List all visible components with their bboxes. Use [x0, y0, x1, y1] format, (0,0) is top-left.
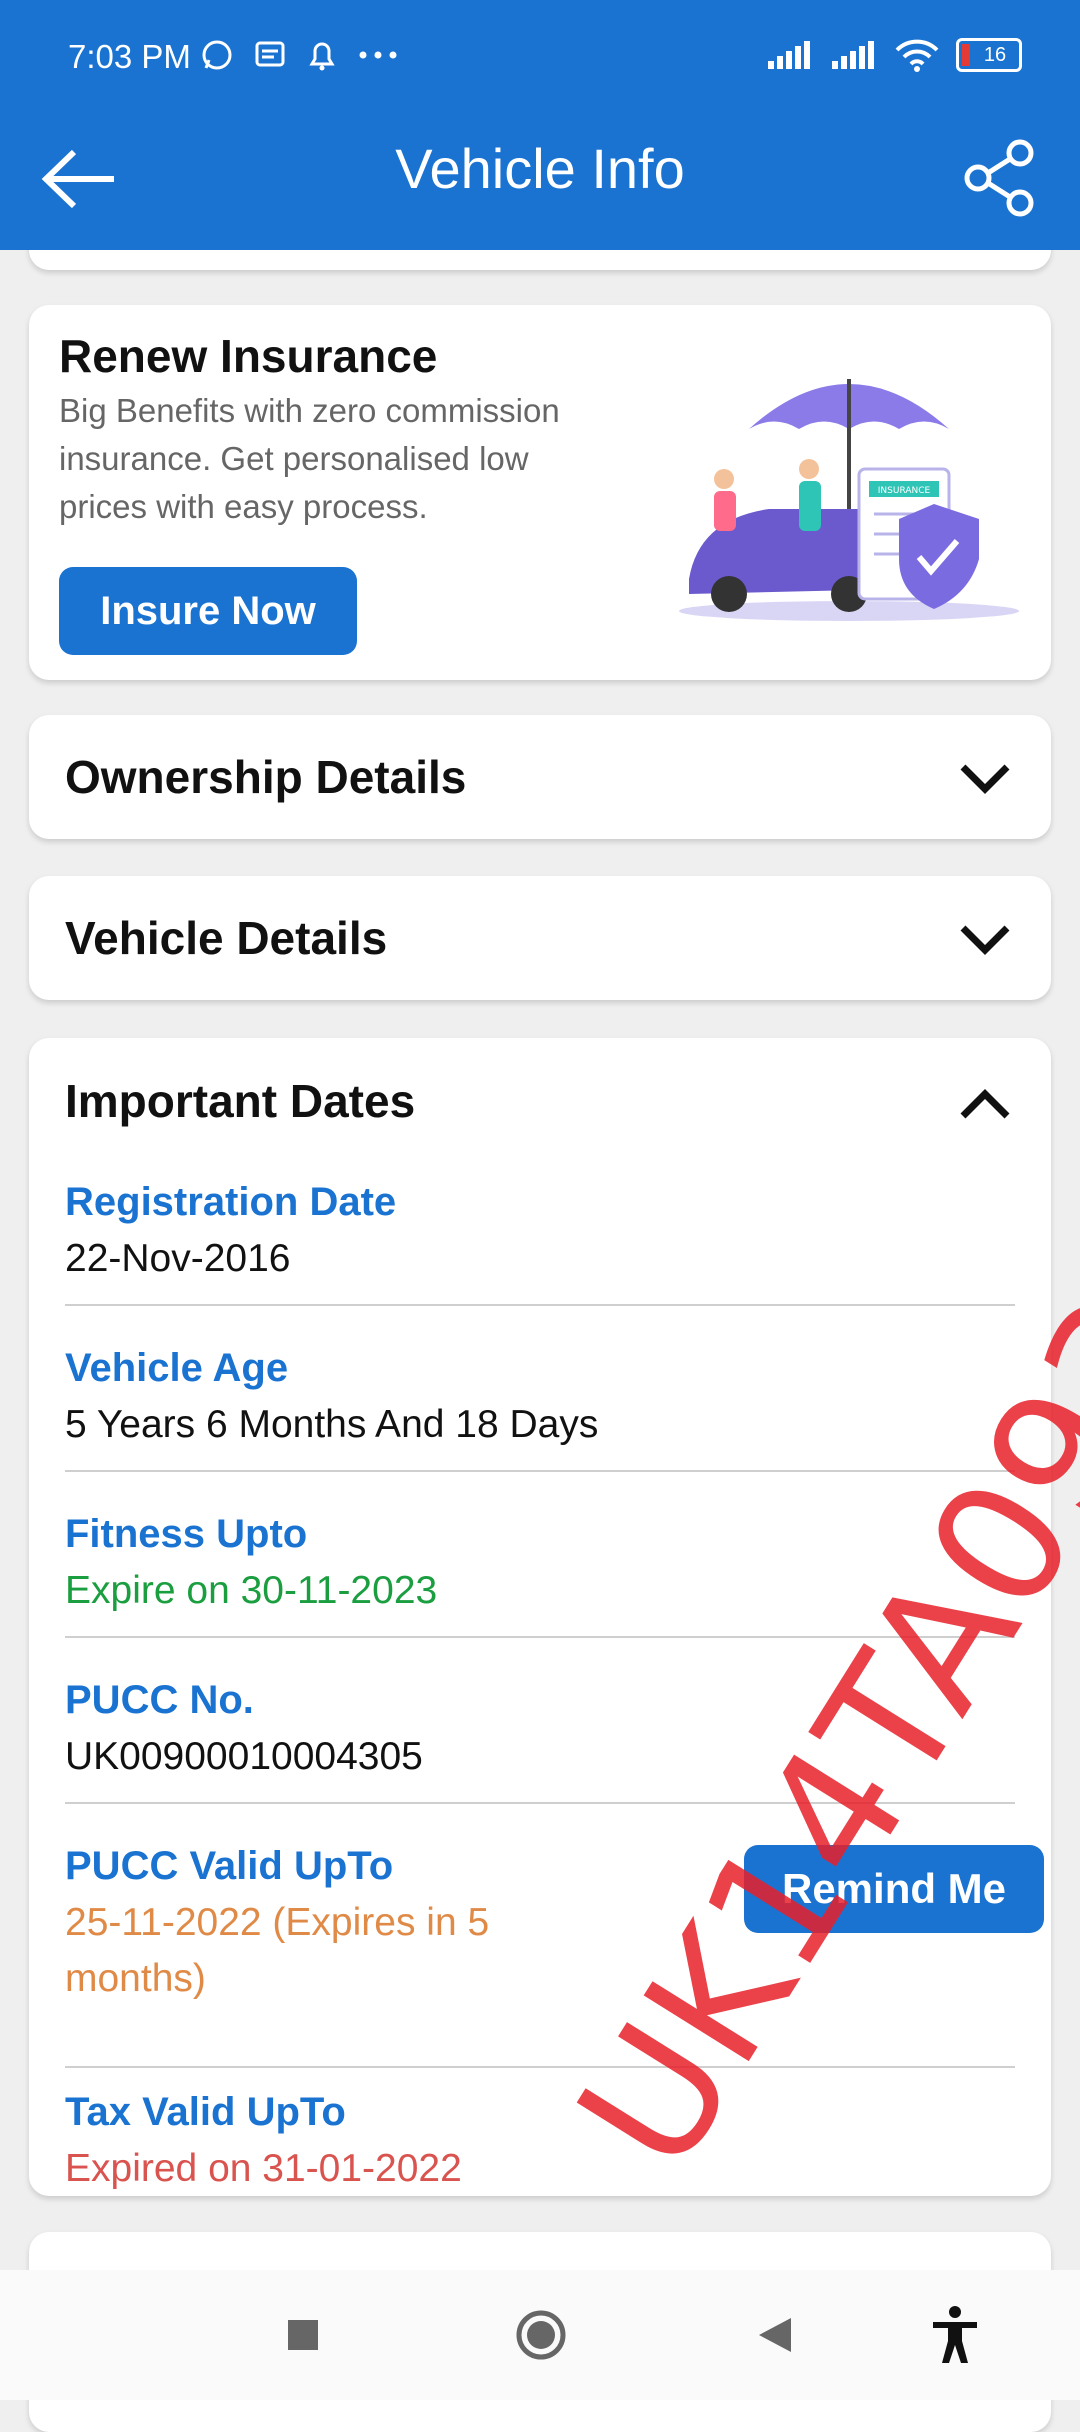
divider: [65, 1636, 1015, 1638]
battery-icon: 16: [956, 38, 1022, 72]
tax-valid-row: Tax Valid UpTo Expired on 31-01-2022: [65, 2068, 1015, 2197]
divider: [65, 1802, 1015, 1804]
remind-me-button[interactable]: Remind Me: [744, 1845, 1044, 1933]
back-nav-button[interactable]: [740, 2300, 810, 2370]
accessibility-icon: [933, 2306, 977, 2363]
insurance-card: Renew Insurance Big Benefits with zero c…: [29, 305, 1051, 680]
accessibility-button[interactable]: [920, 2300, 990, 2370]
share-button[interactable]: [960, 138, 1040, 218]
signal-icon-2: [832, 41, 874, 69]
important-dates-section: Important Dates Registration Date 22-Nov…: [29, 1038, 1051, 2196]
share-icon: [964, 139, 1034, 217]
vehicle-age-label: Vehicle Age: [65, 1346, 289, 1390]
chevron-down-icon[interactable]: [957, 914, 1013, 962]
app-bar: 7:03 PM 16 Vehicle Info: [0, 0, 1080, 250]
battery-level: 16: [983, 43, 1007, 66]
pucc-valid-value: 25-11-2022 (Expires in 5 months): [65, 1901, 490, 2000]
vehicle-details-heading: Vehicle Details: [65, 912, 388, 964]
registration-date-label: Registration Date: [65, 1180, 397, 1224]
whatsapp-icon: [202, 40, 232, 70]
bell-icon: [309, 42, 335, 71]
square-icon: [288, 2320, 318, 2350]
system-icons: 16: [766, 38, 1022, 72]
svg-text:INSURANCE: INSURANCE: [878, 486, 931, 496]
important-dates-heading: Important Dates: [65, 1075, 416, 1127]
insurance-title: Renew Insurance: [59, 330, 438, 382]
tax-valid-label: Tax Valid UpTo: [65, 2090, 346, 2134]
pucc-number-row: PUCC No. UK00900010004305: [65, 1678, 1015, 1804]
divider: [65, 1470, 1015, 1472]
status-time: 7:03 PM: [68, 38, 191, 75]
system-nav-bar: [0, 2270, 1080, 2400]
pucc-valid-label: PUCC Valid UpTo: [65, 1844, 394, 1888]
vehicle-details-section[interactable]: Vehicle Details: [29, 876, 1051, 1000]
home-circle-icon: [516, 2310, 566, 2360]
more-dots-icon: [359, 51, 397, 59]
ownership-details-heading: Ownership Details: [65, 751, 467, 803]
insure-now-button[interactable]: Insure Now: [59, 567, 357, 655]
ownership-details-section[interactable]: Ownership Details: [29, 715, 1051, 839]
pucc-number-label: PUCC No.: [65, 1678, 254, 1722]
vehicle-age-row: Vehicle Age 5 Years 6 Months And 18 Days: [65, 1346, 1015, 1472]
tax-valid-value: Expired on 31-01-2022: [65, 2147, 462, 2190]
registration-date-value: 22-Nov-2016: [65, 1237, 291, 1280]
status-bar: 7:03 PM 16: [0, 0, 1080, 120]
pucc-valid-row: PUCC Valid UpTo 25-11-2022 (Expires in 5…: [65, 1844, 565, 2007]
divider: [65, 1304, 1015, 1306]
registration-date-row: Registration Date 22-Nov-2016: [65, 1180, 1015, 1306]
vehicle-age-value: 5 Years 6 Months And 18 Days: [65, 1403, 599, 1446]
signal-icon: [768, 41, 810, 69]
fitness-upto-label: Fitness Upto: [65, 1512, 308, 1556]
message-icon: [255, 41, 285, 67]
chevron-up-icon[interactable]: [957, 1080, 1013, 1128]
insurance-illustration: INSURANCE: [679, 379, 1019, 621]
insurance-description: Big Benefits with zero commission insura…: [59, 392, 560, 525]
page-title: Vehicle Info: [395, 137, 685, 200]
triangle-back-icon: [759, 2318, 791, 2352]
home-button[interactable]: [506, 2300, 576, 2370]
notification-icons: [200, 38, 398, 72]
pucc-number-value: UK00900010004305: [65, 1735, 423, 1778]
recent-apps-button[interactable]: [268, 2300, 338, 2370]
fitness-upto-row: Fitness Upto Expire on 30-11-2023: [65, 1512, 1015, 1638]
title-bar: Vehicle Info: [0, 130, 1080, 230]
fitness-upto-value: Expire on 30-11-2023: [65, 1569, 438, 1612]
chevron-down-icon[interactable]: [957, 753, 1013, 801]
wifi-icon: [895, 39, 939, 72]
